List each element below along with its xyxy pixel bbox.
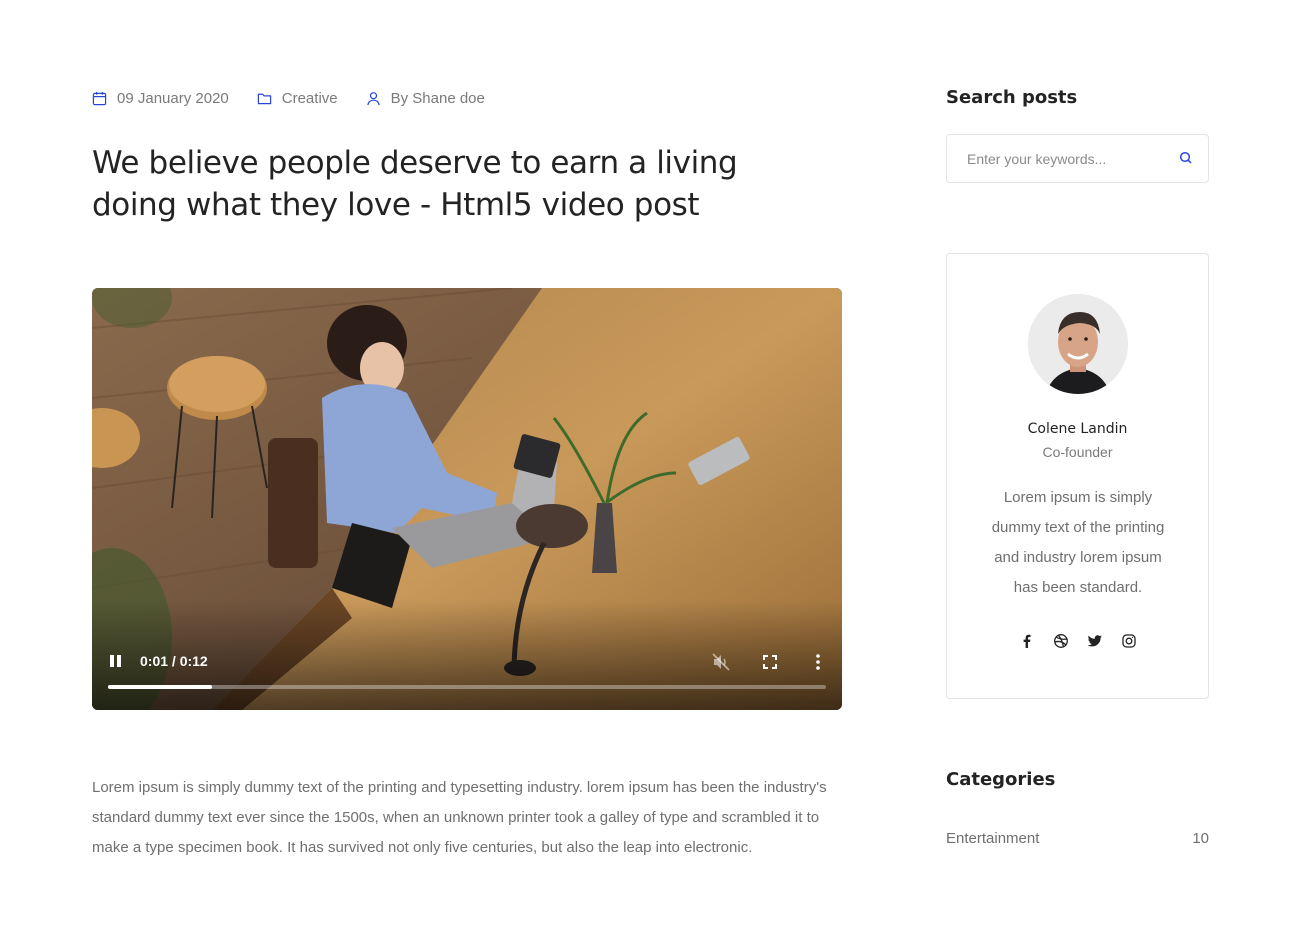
post-title: We believe people deserve to earn a livi… [92, 145, 738, 223]
author-name: Colene Landin [1027, 421, 1128, 437]
facebook-icon [1023, 634, 1030, 648]
author-photo [1028, 294, 1128, 394]
search-input[interactable] [947, 135, 1167, 182]
search-form [946, 134, 1209, 183]
social-links [947, 633, 1208, 649]
category-label: Entertainment [946, 830, 1040, 847]
post-author[interactable]: By Shane doe [366, 90, 485, 107]
more-vertical-icon [816, 654, 820, 670]
facebook-link[interactable] [1019, 633, 1035, 649]
video-progress-bar[interactable] [108, 685, 826, 689]
folder-icon [257, 93, 271, 104]
search-button[interactable] [1178, 150, 1194, 166]
fullscreen-button[interactable] [760, 652, 780, 672]
post-category[interactable]: Creative [257, 90, 338, 107]
search-icon [1179, 151, 1192, 164]
categories-widget-title: Categories [946, 769, 1056, 790]
twitter-link[interactable] [1087, 633, 1103, 649]
pause-button[interactable] [108, 652, 124, 670]
dribbble-icon [1053, 634, 1068, 648]
mute-button[interactable] [711, 652, 731, 672]
post-body: Lorem ipsum is simply dummy text of the … [92, 779, 827, 856]
video-player[interactable]: 0:01 / 0:12 [92, 288, 842, 710]
post-date-text: 09 January 2020 [117, 89, 229, 107]
volume-muted-icon [712, 653, 730, 671]
fullscreen-icon [763, 655, 777, 669]
calendar-icon [92, 91, 107, 105]
post-category-text: Creative [281, 89, 338, 107]
more-options-button[interactable] [808, 652, 828, 672]
dribbble-link[interactable] [1053, 633, 1069, 649]
user-icon [366, 91, 380, 105]
post-meta: 09 January 2020 Creative By Shane doe [92, 87, 513, 109]
instagram-icon [1121, 634, 1136, 648]
post-date[interactable]: 09 January 2020 [92, 90, 229, 107]
search-widget-title: Search posts [946, 87, 1078, 108]
author-bio: Lorem ipsum is simply dummy text of the … [991, 489, 1165, 596]
video-progress-fill [108, 685, 213, 689]
author-card: Colene Landin Co-founder Lorem ipsum is … [946, 253, 1209, 699]
category-item-entertainment[interactable]: Entertainment 10 [946, 830, 1209, 847]
avatar [1028, 294, 1128, 394]
pause-icon [110, 655, 114, 667]
author-role: Co-founder [1042, 444, 1113, 460]
category-count: 10 [1192, 830, 1209, 847]
video-time: 0:01 / 0:12 [140, 653, 208, 669]
post-author-text: By Shane doe [390, 89, 485, 107]
instagram-link[interactable] [1121, 633, 1137, 649]
twitter-icon [1087, 635, 1102, 647]
